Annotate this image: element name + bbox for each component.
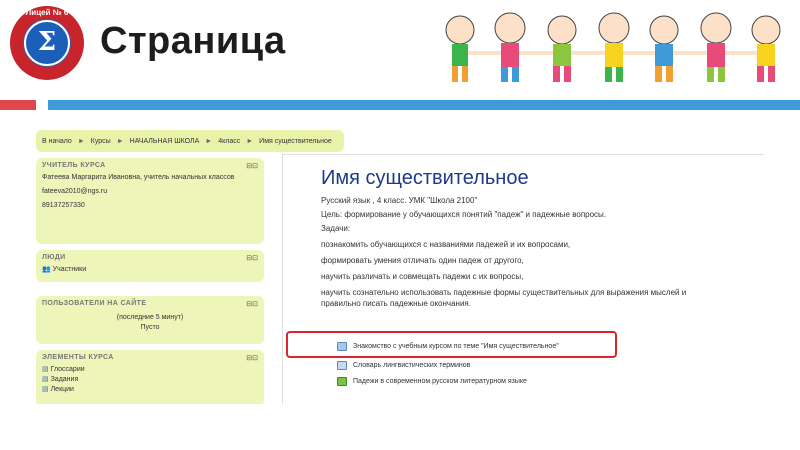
element-glossary-label: Глоссарии — [50, 366, 85, 373]
teacher-block-title: УЧИТЕЛЬ КУРСА — [42, 162, 106, 169]
kid-5 — [649, 15, 679, 82]
participants-label: Участники — [52, 266, 87, 273]
task-item: познакомить обучающихся с названиями пад… — [321, 240, 571, 249]
sigma-icon: Σ — [24, 20, 70, 66]
task-item: научить различать и совмещать падежи с и… — [321, 272, 524, 281]
breadcrumb-item-school[interactable]: НАЧАЛЬНАЯ ШКОЛА — [130, 138, 200, 145]
glossary-icon: ▤ — [42, 366, 49, 373]
resource-link-label: Падежи в современном русском литературно… — [353, 378, 527, 385]
resource-link-label: Словарь лингвистических терминов — [353, 362, 471, 369]
kid-1 — [445, 15, 475, 82]
block-controls-icon[interactable]: ⊟⊡ — [246, 254, 258, 262]
online-status: Пусто — [140, 324, 160, 331]
breadcrumb-item-courses[interactable]: Курсы — [91, 138, 111, 145]
teacher-email[interactable]: fateeva2010@ngs.ru — [42, 187, 258, 197]
element-glossary[interactable]: ▤ Глоссарии — [42, 365, 258, 375]
kid-4 — [598, 12, 630, 82]
teacher-name: Фатеева Маргарита Ивановна, учитель нача… — [42, 174, 235, 181]
element-lectures-label: Лекции — [50, 386, 74, 393]
task-item: научить сознательно использовать падежны… — [321, 288, 687, 308]
glossary-icon — [337, 361, 347, 370]
accent-bar-blue — [48, 100, 800, 110]
online-users-block: ПОЛЬЗОВАТЕЛИ НА САЙТЕ ⊟⊡ (последние 5 ми… — [36, 296, 264, 344]
breadcrumb: В начало ► Курсы ► НАЧАЛЬНАЯ ШКОЛА ► 4класс… — [36, 130, 344, 152]
element-assignments[interactable]: ▤ Задания — [42, 375, 258, 385]
kid-3 — [547, 15, 577, 82]
accent-bar-red — [0, 100, 36, 110]
slide: Лицей № 6 Σ Страница В начало ► Курсы ► НА… — [0, 0, 800, 450]
tasks-label: Задачи: — [321, 224, 351, 233]
teacher-block: УЧИТЕЛЬ КУРСА ⊟⊡ Фатеева Маргарита Ивано… — [36, 158, 264, 244]
task-item: формировать умения отличать один падеж о… — [321, 256, 524, 265]
people-block-title: ЛЮДИ — [42, 254, 66, 261]
kid-2 — [494, 12, 526, 82]
lecture-icon: ▤ — [42, 386, 49, 393]
teacher-phone: 89137257330 — [42, 202, 85, 209]
breadcrumb-separator: ► — [77, 137, 85, 145]
course-page-screenshot: В начало ► Курсы ► НАЧАЛЬНАЯ ШКОЛА ► 4класс… — [36, 130, 764, 404]
element-lectures[interactable]: ▤ Лекции — [42, 385, 258, 395]
block-controls-icon[interactable]: ⊟⊡ — [246, 162, 258, 170]
elements-block-title: ЭЛЕМЕНТЫ КУРСА — [42, 354, 114, 361]
breadcrumb-item-current: Имя существительное — [259, 137, 332, 145]
resource-link-cases[interactable]: Падежи в современном русском литературно… — [337, 377, 527, 386]
logo-text: Лицей № 6 — [25, 8, 69, 17]
breadcrumb-separator: ► — [205, 137, 213, 145]
highlight-frame — [286, 331, 617, 358]
breadcrumb-separator: ► — [116, 137, 124, 145]
participants-link[interactable]: 👥 Участники — [42, 265, 258, 275]
course-title: Имя существительное — [321, 167, 529, 189]
breadcrumb-item-class[interactable]: 4класс — [218, 138, 240, 145]
resource-link-dictionary[interactable]: Словарь лингвистических терминов — [337, 361, 470, 370]
kid-7 — [751, 15, 781, 82]
course-main-content: Имя существительное Русский язык , 4 кла… — [282, 154, 764, 404]
block-controls-icon[interactable]: ⊟⊡ — [246, 300, 258, 308]
children-illustration — [445, 12, 781, 82]
online-block-title: ПОЛЬЗОВАТЕЛИ НА САЙТЕ — [42, 300, 147, 307]
assignment-icon: ▤ — [42, 376, 49, 383]
course-elements-block: ЭЛЕМЕНТЫ КУРСА ⊟⊡ ▤ Глоссарии ▤ Задания … — [36, 350, 264, 404]
page-icon — [337, 377, 347, 386]
element-assignments-label: Задания — [50, 376, 79, 383]
course-goal: Цель: формирование у обучающихся понятий… — [321, 210, 607, 219]
online-period: (последние 5 минут) — [116, 314, 184, 321]
school-logo: Лицей № 6 Σ — [10, 6, 84, 80]
users-icon: 👥 — [42, 266, 51, 273]
kid-6 — [700, 12, 732, 82]
people-block: ЛЮДИ ⊟⊡ 👥 Участники — [36, 250, 264, 282]
block-controls-icon[interactable]: ⊟⊡ — [246, 354, 258, 362]
breadcrumb-item-home[interactable]: В начало — [42, 138, 72, 145]
breadcrumb-separator: ► — [246, 137, 254, 145]
course-subtitle: Русский язык , 4 класс. УМК "Школа 2100" — [321, 196, 478, 205]
page-title: Страница — [100, 20, 286, 62]
